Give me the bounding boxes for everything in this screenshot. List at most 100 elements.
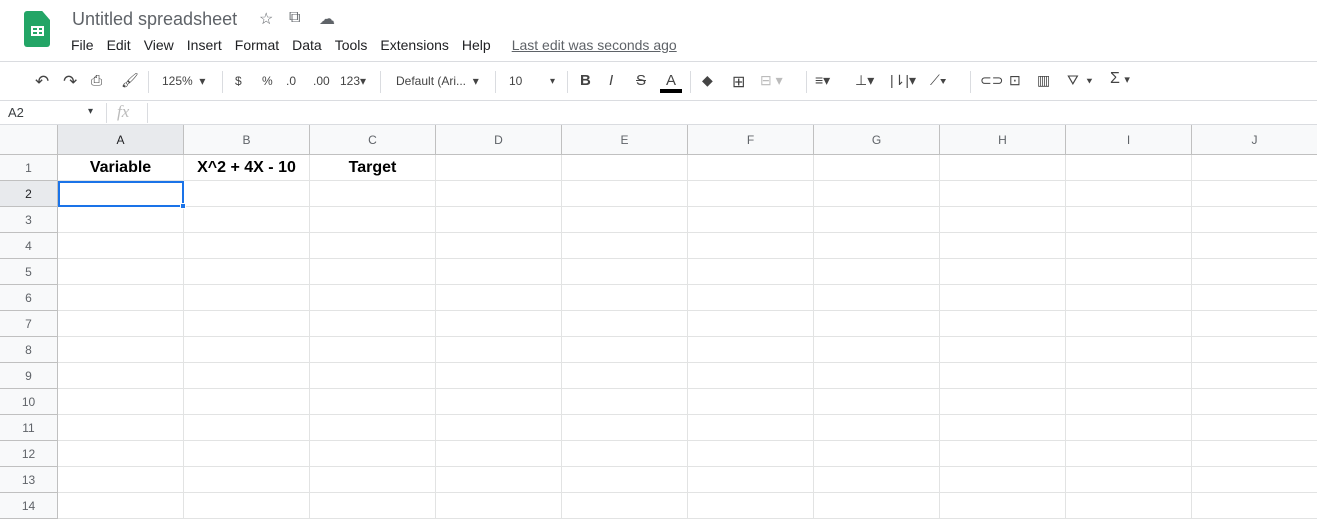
cell-F2[interactable] — [688, 181, 814, 207]
functions-button[interactable]: Σ ▾ — [1110, 70, 1130, 88]
cell-J6[interactable] — [1192, 285, 1317, 311]
cell-E13[interactable] — [562, 467, 688, 493]
italic-button[interactable]: I — [609, 72, 613, 89]
document-title[interactable]: Untitled spreadsheet — [72, 9, 237, 30]
cell-F12[interactable] — [688, 441, 814, 467]
menu-tools[interactable]: Tools — [335, 37, 368, 53]
cell-C3[interactable] — [310, 207, 436, 233]
text-wrap-icon[interactable]: |⇂|▾ — [890, 72, 916, 89]
cell-G14[interactable] — [814, 493, 940, 519]
text-rotation-icon[interactable]: ⟋▾ — [930, 72, 947, 89]
cell-C14[interactable] — [310, 493, 436, 519]
row-header-9[interactable]: 9 — [0, 363, 58, 389]
column-header-D[interactable]: D — [436, 125, 562, 155]
row-header-8[interactable]: 8 — [0, 337, 58, 363]
column-header-E[interactable]: E — [562, 125, 688, 155]
cell-G2[interactable] — [814, 181, 940, 207]
cell-E10[interactable] — [562, 389, 688, 415]
cell-G5[interactable] — [814, 259, 940, 285]
cell-I8[interactable] — [1066, 337, 1192, 363]
cell-I11[interactable] — [1066, 415, 1192, 441]
cell-A10[interactable] — [58, 389, 184, 415]
paint-format-icon[interactable]: 🖌 — [121, 72, 139, 89]
cell-D11[interactable] — [436, 415, 562, 441]
cell-I14[interactable] — [1066, 493, 1192, 519]
increase-decimal-button[interactable]: .00 — [313, 74, 330, 88]
cell-F5[interactable] — [688, 259, 814, 285]
cell-D7[interactable] — [436, 311, 562, 337]
chart-icon[interactable]: ▥ — [1037, 72, 1050, 89]
undo-icon[interactable]: ↶ — [35, 72, 49, 92]
row-header-10[interactable]: 10 — [0, 389, 58, 415]
cell-D6[interactable] — [436, 285, 562, 311]
cell-E12[interactable] — [562, 441, 688, 467]
cell-J12[interactable] — [1192, 441, 1317, 467]
cell-B10[interactable] — [184, 389, 310, 415]
cell-E6[interactable] — [562, 285, 688, 311]
zoom-select[interactable]: 125% ▾ — [162, 74, 205, 88]
decrease-decimal-button[interactable]: .0 — [286, 74, 296, 88]
print-icon[interactable]: ⎙ — [91, 72, 102, 89]
cell-B8[interactable] — [184, 337, 310, 363]
column-header-H[interactable]: H — [940, 125, 1066, 155]
cell-B6[interactable] — [184, 285, 310, 311]
percent-button[interactable]: % — [262, 74, 273, 88]
formula-input[interactable] — [155, 105, 1305, 121]
cell-B9[interactable] — [184, 363, 310, 389]
column-header-I[interactable]: I — [1066, 125, 1192, 155]
select-all-corner[interactable] — [0, 125, 58, 155]
column-header-C[interactable]: C — [310, 125, 436, 155]
cell-E7[interactable] — [562, 311, 688, 337]
column-header-F[interactable]: F — [688, 125, 814, 155]
cell-A11[interactable] — [58, 415, 184, 441]
cell-H12[interactable] — [940, 441, 1066, 467]
cell-D4[interactable] — [436, 233, 562, 259]
cell-I7[interactable] — [1066, 311, 1192, 337]
cell-F13[interactable] — [688, 467, 814, 493]
cell-H3[interactable] — [940, 207, 1066, 233]
star-icon[interactable]: ☆ — [259, 9, 273, 29]
cell-D8[interactable] — [436, 337, 562, 363]
cell-A7[interactable] — [58, 311, 184, 337]
cell-I1[interactable] — [1066, 155, 1192, 181]
cell-J8[interactable] — [1192, 337, 1317, 363]
currency-button[interactable]: $ — [235, 74, 242, 88]
cell-E4[interactable] — [562, 233, 688, 259]
cell-A8[interactable] — [58, 337, 184, 363]
font-size-select[interactable]: 10 — [509, 74, 522, 88]
column-header-A[interactable]: A — [58, 125, 184, 155]
cell-C9[interactable] — [310, 363, 436, 389]
cell-I3[interactable] — [1066, 207, 1192, 233]
font-select[interactable]: Default (Ari... ▾ — [396, 74, 479, 88]
cell-I4[interactable] — [1066, 233, 1192, 259]
row-header-4[interactable]: 4 — [0, 233, 58, 259]
cell-A3[interactable] — [58, 207, 184, 233]
cell-F9[interactable] — [688, 363, 814, 389]
menu-insert[interactable]: Insert — [187, 37, 222, 53]
cell-G3[interactable] — [814, 207, 940, 233]
cell-G9[interactable] — [814, 363, 940, 389]
row-header-3[interactable]: 3 — [0, 207, 58, 233]
cell-D12[interactable] — [436, 441, 562, 467]
redo-icon[interactable]: ↷ — [63, 72, 77, 92]
cell-J9[interactable] — [1192, 363, 1317, 389]
cell-F10[interactable] — [688, 389, 814, 415]
cell-B11[interactable] — [184, 415, 310, 441]
cloud-status-icon[interactable]: ☁ — [319, 9, 335, 29]
row-header-14[interactable]: 14 — [0, 493, 58, 519]
cell-J13[interactable] — [1192, 467, 1317, 493]
cell-C7[interactable] — [310, 311, 436, 337]
cell-G4[interactable] — [814, 233, 940, 259]
menu-format[interactable]: Format — [235, 37, 279, 53]
cell-F8[interactable] — [688, 337, 814, 363]
cell-I9[interactable] — [1066, 363, 1192, 389]
strikethrough-button[interactable]: S — [636, 72, 646, 89]
cell-C12[interactable] — [310, 441, 436, 467]
bold-button[interactable]: B — [580, 72, 591, 89]
cell-B1[interactable]: X^2 + 4X - 10 — [184, 155, 310, 181]
cell-H6[interactable] — [940, 285, 1066, 311]
horizontal-align-icon[interactable]: ≡▾ — [815, 72, 830, 89]
column-header-G[interactable]: G — [814, 125, 940, 155]
cell-I12[interactable] — [1066, 441, 1192, 467]
row-header-13[interactable]: 13 — [0, 467, 58, 493]
